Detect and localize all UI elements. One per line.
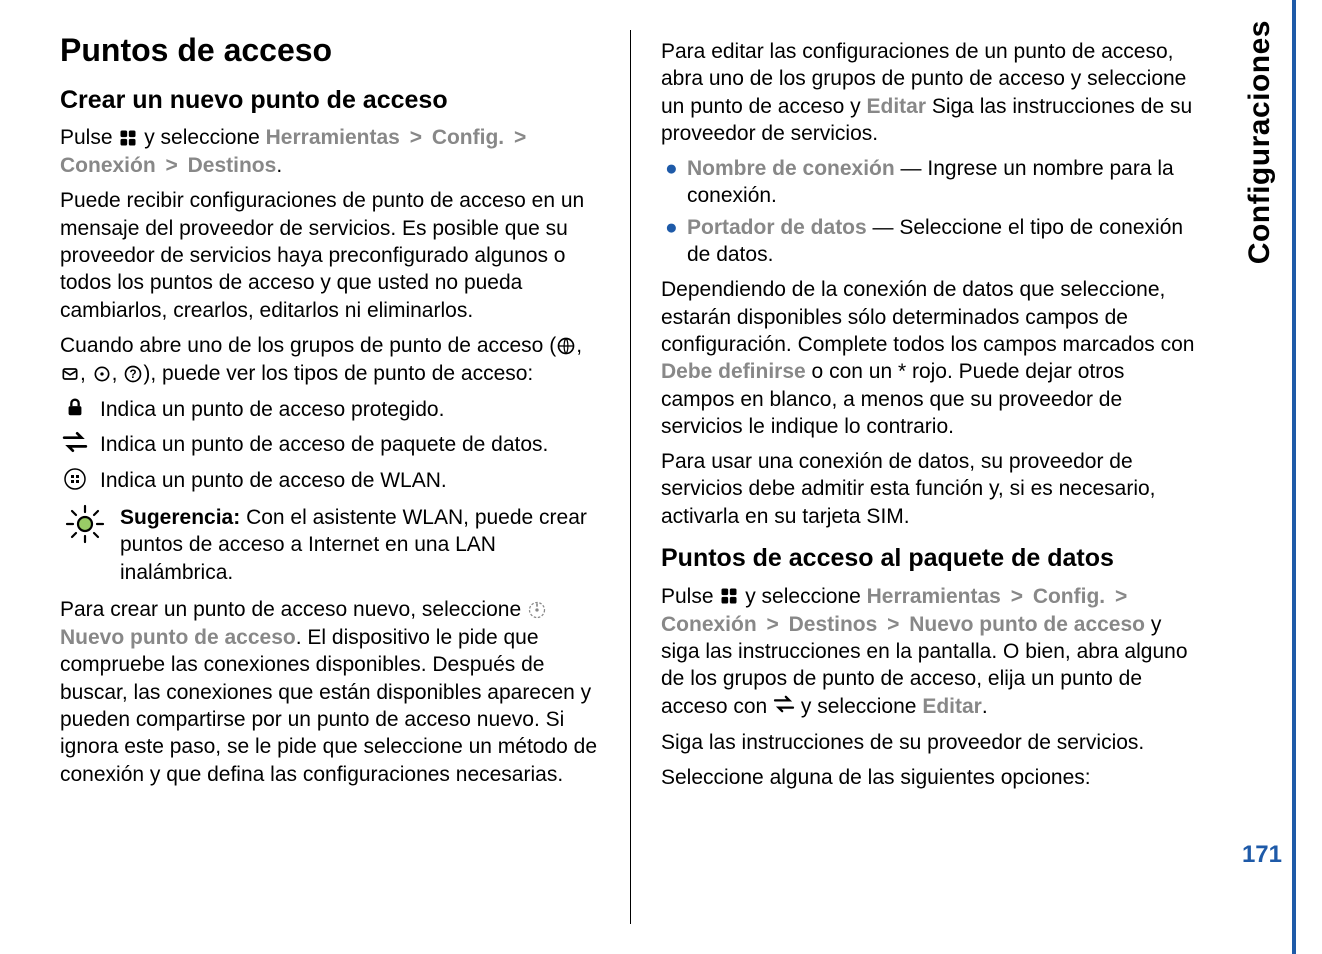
menu-key-icon bbox=[719, 583, 739, 610]
ui-new-access-point: Nuevo punto de acceso bbox=[60, 626, 296, 649]
ui-must-define: Debe definirse bbox=[661, 360, 806, 383]
tip-label: Sugerencia: bbox=[120, 506, 240, 529]
para-create-new: Para crear un punto de acceso nuevo, sel… bbox=[60, 596, 600, 788]
nav-config: Config. bbox=[1033, 585, 1105, 608]
para-define: Dependiendo de la conexión de datos que … bbox=[661, 276, 1201, 440]
list-item: Indica un punto de acceso de paquete de … bbox=[60, 431, 600, 458]
field-data-bearer: Portador de datos bbox=[687, 216, 867, 239]
text: Dependiendo de la conexión de datos que … bbox=[661, 278, 1194, 356]
new-ap-icon bbox=[527, 597, 547, 624]
nav-destinos: Destinos bbox=[188, 154, 277, 177]
chevron-right-icon: > bbox=[410, 126, 422, 149]
para-sim: Para usar una conexión de datos, su prov… bbox=[661, 448, 1201, 530]
nav-new-ap: Nuevo punto de acceso bbox=[909, 613, 1145, 636]
list-item: Indica un punto de acceso de WLAN. bbox=[60, 467, 600, 494]
text: . El dispositivo le pide que compruebe l… bbox=[60, 626, 597, 785]
nav-herramientas: Herramientas bbox=[266, 126, 400, 149]
side-accent-bar bbox=[1292, 0, 1296, 954]
svg-text:?: ? bbox=[130, 368, 137, 381]
text: Indica un punto de acceso de WLAN. bbox=[100, 469, 447, 492]
chevron-right-icon: > bbox=[514, 126, 526, 149]
chevron-right-icon: > bbox=[887, 613, 899, 636]
list-item: Portador de datos — Seleccione el tipo d… bbox=[661, 214, 1201, 269]
section-tab-label: Configuraciones bbox=[1243, 20, 1277, 264]
nav-path-2: Pulse y seleccione Herramientas > Config… bbox=[661, 583, 1201, 721]
nav-path-1: Pulse y seleccione Herramientas > Config… bbox=[60, 124, 600, 179]
left-column: Puntos de acceso Crear un nuevo punto de… bbox=[60, 30, 630, 924]
chevron-right-icon: > bbox=[1011, 585, 1023, 608]
para-follow: Siga las instrucciones de su proveedor d… bbox=[661, 729, 1201, 756]
para-group-types: Cuando abre uno de los grupos de punto d… bbox=[60, 332, 600, 388]
ui-editar: Editar bbox=[922, 695, 982, 718]
nav-config: Config. bbox=[432, 126, 504, 149]
lock-icon bbox=[60, 396, 90, 425]
text: Cuando abre uno de los grupos de punto d… bbox=[60, 334, 556, 357]
list-item: Indica un punto de acceso protegido. bbox=[60, 396, 600, 423]
heading-access-points: Puntos de acceso bbox=[60, 30, 600, 72]
text: Pulse bbox=[661, 585, 719, 608]
nav-conexion: Conexión bbox=[661, 613, 757, 636]
mms-icon bbox=[60, 361, 80, 388]
chevron-right-icon: > bbox=[1115, 585, 1127, 608]
chevron-right-icon: > bbox=[166, 154, 178, 177]
chevron-right-icon: > bbox=[767, 613, 779, 636]
tip-block: Sugerencia: Con el asistente WLAN, puede… bbox=[60, 504, 600, 586]
globe-icon bbox=[556, 333, 576, 360]
nav-herramientas: Herramientas bbox=[867, 585, 1001, 608]
right-column: Para editar las configuraciones de un pu… bbox=[630, 30, 1211, 924]
text: Para crear un punto de acceso nuevo, sel… bbox=[60, 598, 527, 621]
nav-conexion: Conexión bbox=[60, 154, 156, 177]
text: Indica un punto de acceso de paquete de … bbox=[100, 433, 548, 456]
field-list: Nombre de conexión — Ingrese un nombre p… bbox=[661, 155, 1201, 268]
para-select: Seleccione alguna de las siguientes opci… bbox=[661, 764, 1201, 791]
heading-packet-ap: Puntos de acceso al paquete de datos bbox=[661, 542, 1201, 575]
nav-destinos: Destinos bbox=[789, 613, 878, 636]
wlan-icon bbox=[60, 467, 90, 498]
menu-key-icon bbox=[118, 125, 138, 152]
para-edit-ap: Para editar las configuraciones de un pu… bbox=[661, 38, 1201, 147]
text: y seleccione bbox=[745, 585, 866, 608]
wap-icon bbox=[92, 361, 112, 388]
text: y seleccione bbox=[144, 126, 265, 149]
page-number: 171 bbox=[1242, 841, 1282, 869]
text: y seleccione bbox=[795, 695, 922, 718]
tip-lightbulb-icon bbox=[60, 504, 110, 551]
text: ), puede ver los tipos de punto de acces… bbox=[143, 362, 533, 385]
unknown-icon: ? bbox=[123, 361, 143, 388]
field-connection-name: Nombre de conexión bbox=[687, 157, 895, 180]
packet-data-icon bbox=[773, 693, 795, 720]
heading-create-ap: Crear un nuevo punto de acceso bbox=[60, 84, 600, 117]
packet-data-icon bbox=[60, 431, 90, 460]
ap-type-list: Indica un punto de acceso protegido. Ind… bbox=[60, 396, 600, 494]
list-item: Nombre de conexión — Ingrese un nombre p… bbox=[661, 155, 1201, 210]
text: Indica un punto de acceso protegido. bbox=[100, 398, 444, 421]
text: Pulse bbox=[60, 126, 118, 149]
ui-editar: Editar bbox=[866, 95, 926, 118]
para-receive-config: Puede recibir configuraciones de punto d… bbox=[60, 187, 600, 323]
